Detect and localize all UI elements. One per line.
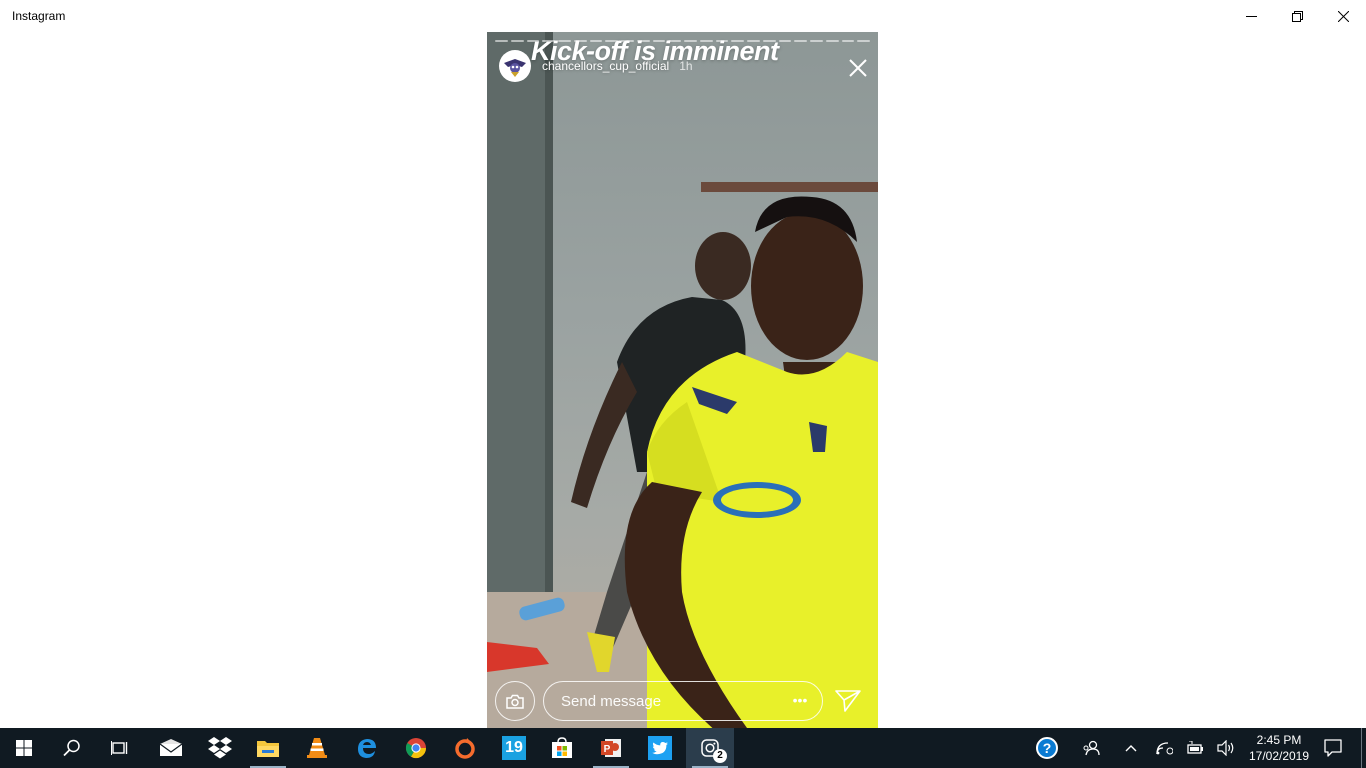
- story-header: chancellors_cup_official 1h: [499, 50, 693, 82]
- restore-button[interactable]: [1274, 0, 1320, 32]
- twitter-app[interactable]: [636, 728, 684, 768]
- story-timestamp: 1h: [679, 59, 693, 73]
- powerpoint-icon: P: [601, 739, 621, 757]
- progress-segment: [825, 40, 839, 42]
- vlc-cone-icon: [307, 738, 327, 758]
- more-options-button[interactable]: •••: [789, 690, 811, 710]
- clock-date: 17/02/2019: [1248, 749, 1310, 763]
- instagram-app[interactable]: 2: [686, 728, 734, 768]
- people-button[interactable]: [1078, 728, 1104, 768]
- wifi-icon: [1156, 742, 1173, 755]
- send-button[interactable]: [833, 686, 863, 716]
- title-bar: Instagram: [0, 0, 1366, 32]
- send-paper-plane-icon: [835, 690, 861, 712]
- svg-text:P: P: [604, 744, 611, 755]
- close-icon: [849, 59, 867, 77]
- app-19[interactable]: 19: [490, 728, 538, 768]
- chrome-app[interactable]: [392, 728, 440, 768]
- progress-segment: [510, 40, 524, 42]
- restore-icon: [1291, 10, 1303, 22]
- progress-segment: [778, 40, 792, 42]
- help-icon: ?: [1036, 737, 1058, 759]
- notification-badge: 2: [713, 749, 727, 763]
- show-hidden-icons-button[interactable]: [1120, 728, 1142, 768]
- avatar[interactable]: [499, 50, 531, 82]
- camera-button[interactable]: [495, 681, 535, 721]
- minimize-icon: [1245, 15, 1257, 17]
- edge-app[interactable]: [343, 728, 391, 768]
- story-video-frame: [487, 32, 878, 728]
- progress-segment: [857, 40, 870, 42]
- window-title: Instagram: [12, 9, 66, 23]
- action-center-button[interactable]: [1318, 728, 1348, 768]
- edge-icon: [358, 739, 376, 758]
- action-center-icon: [1324, 739, 1342, 757]
- close-story-button[interactable]: [844, 54, 872, 82]
- send-message-input[interactable]: [543, 681, 823, 721]
- battery-icon: [1187, 741, 1203, 754]
- progress-segment: [794, 40, 807, 42]
- store-bag-icon: [552, 737, 572, 758]
- file-explorer-app[interactable]: [244, 728, 292, 768]
- progress-segment: [841, 40, 855, 42]
- nineteen-tile-icon: 19: [502, 736, 526, 760]
- help-button[interactable]: ?: [1032, 728, 1062, 768]
- close-icon: [1337, 10, 1349, 22]
- chrome-icon: [405, 738, 427, 759]
- story-viewer[interactable]: Kick-off is imminent chancellors_cup_off…: [487, 32, 878, 728]
- twitter-bird-icon: [648, 736, 672, 760]
- network-button[interactable]: [1152, 728, 1176, 768]
- dropbox-app[interactable]: [196, 728, 244, 768]
- volume-icon: [1217, 740, 1234, 756]
- progress-segment: [810, 40, 823, 42]
- task-view-icon: [111, 741, 128, 755]
- close-window-button[interactable]: [1320, 0, 1366, 32]
- vlc-app[interactable]: [293, 728, 341, 768]
- powerpoint-app[interactable]: P: [587, 728, 635, 768]
- show-desktop-button[interactable]: [1361, 728, 1366, 768]
- search-button[interactable]: [48, 728, 96, 768]
- clock-time: 2:45 PM: [1256, 733, 1302, 747]
- chevron-up-icon: [1125, 745, 1137, 752]
- origin-icon: [455, 738, 475, 759]
- mail-app[interactable]: [147, 728, 195, 768]
- taskbar: 19 P 2 ? 2:45 PM 17/02/2019: [0, 728, 1366, 768]
- dropbox-icon: [208, 737, 232, 759]
- progress-segment: [495, 40, 508, 42]
- system-clock[interactable]: 2:45 PM 17/02/2019: [1246, 732, 1312, 764]
- windows-logo-icon: [16, 740, 32, 756]
- owl-crest-icon: [504, 59, 526, 77]
- people-icon: [1083, 740, 1100, 756]
- search-icon: [63, 739, 80, 757]
- volume-button[interactable]: [1214, 728, 1238, 768]
- story-username[interactable]: chancellors_cup_official: [542, 59, 669, 73]
- camera-icon: [506, 694, 524, 709]
- store-app[interactable]: [538, 728, 586, 768]
- start-button[interactable]: [0, 728, 48, 768]
- task-view-button[interactable]: [96, 728, 144, 768]
- origin-app[interactable]: [441, 728, 489, 768]
- folder-icon: [257, 741, 279, 757]
- battery-button[interactable]: [1183, 728, 1207, 768]
- reply-bar: •••: [487, 680, 878, 722]
- mail-icon: [159, 739, 183, 756]
- minimize-button[interactable]: [1228, 0, 1274, 32]
